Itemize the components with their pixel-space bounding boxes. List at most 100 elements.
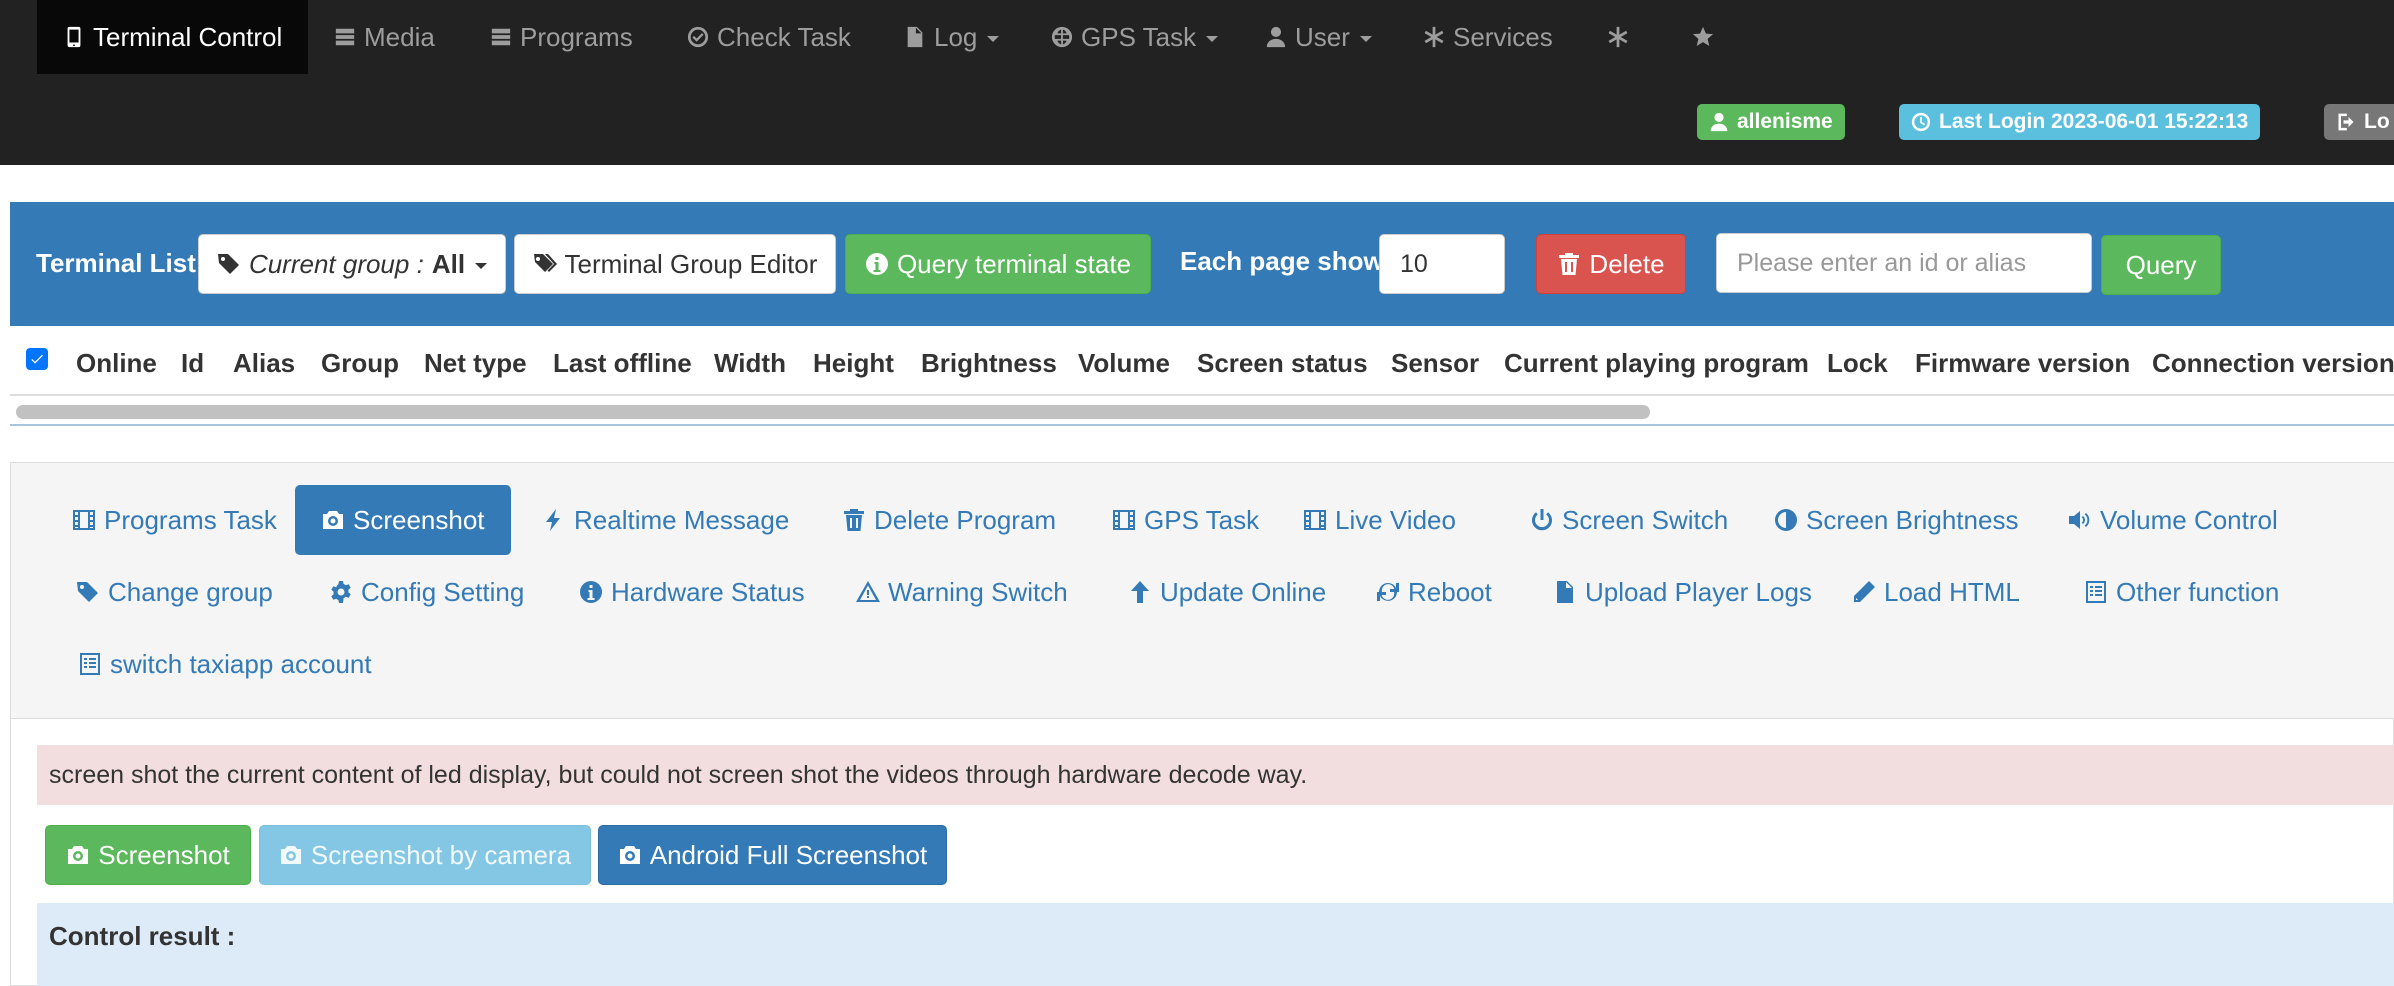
- warning-icon: [856, 581, 880, 602]
- check-icon: [31, 354, 43, 364]
- tab-volume-control[interactable]: Volume Control: [2042, 485, 2304, 555]
- android-full-screenshot-button[interactable]: Android Full Screenshot: [598, 825, 947, 885]
- mobile-icon: [67, 26, 81, 48]
- group-editor-label: Terminal Group Editor: [564, 248, 818, 279]
- tab-live-video[interactable]: Live Video: [1277, 485, 1482, 555]
- camera-icon: [323, 511, 343, 529]
- tab-label: Other function: [2116, 576, 2280, 607]
- tab-label: Delete Program: [874, 504, 1057, 535]
- info-icon: [865, 253, 888, 275]
- film-icon: [1113, 510, 1135, 530]
- nav-check-task[interactable]: Check Task: [687, 0, 851, 74]
- nav-services[interactable]: Services: [1423, 0, 1553, 74]
- nav-gps-task[interactable]: GPS Task: [1051, 0, 1219, 74]
- select-all-checkbox[interactable]: [26, 348, 48, 370]
- nav-favorites[interactable]: [1692, 0, 1714, 74]
- action-panel: Programs Task Screenshot Realtime Messag…: [10, 462, 2394, 986]
- tab-label: Config Setting: [361, 576, 525, 607]
- delete-button[interactable]: Delete: [1536, 234, 1686, 294]
- tab-upload-player-logs[interactable]: Upload Player Logs: [1527, 557, 1838, 627]
- column-id[interactable]: Id: [181, 348, 204, 379]
- tab-gps-task[interactable]: GPS Task: [1086, 485, 1285, 555]
- tab-label: Change group: [108, 576, 273, 607]
- table-scrollbar-thumb[interactable]: [16, 405, 1650, 419]
- screenshot-button[interactable]: Screenshot: [45, 825, 251, 885]
- tag-icon: [77, 582, 98, 602]
- user-icon: [1266, 26, 1286, 48]
- nav-label: User: [1295, 21, 1350, 52]
- tab-config-setting[interactable]: Config Setting: [303, 557, 550, 627]
- column-online[interactable]: Online: [76, 348, 157, 379]
- table-scrollbar[interactable]: [10, 400, 2394, 426]
- tab-label: Screenshot: [353, 504, 485, 535]
- username-badge[interactable]: allenisme: [1697, 104, 1845, 140]
- tab-switch-taxiapp-account[interactable]: switch taxiapp account: [52, 629, 398, 699]
- column-firmware-version[interactable]: Firmware version: [1915, 348, 2130, 379]
- tab-label: Load HTML: [1884, 576, 2020, 607]
- column-net-type[interactable]: Net type: [424, 348, 527, 379]
- query-terminal-state-button[interactable]: Query terminal state: [845, 234, 1151, 294]
- column-volume[interactable]: Volume: [1078, 348, 1170, 379]
- tab-other-function[interactable]: Other function: [2058, 557, 2305, 627]
- tab-hardware-status[interactable]: Hardware Status: [553, 557, 831, 627]
- terminal-group-editor-button[interactable]: Terminal Group Editor: [514, 234, 836, 294]
- nav-extra-1[interactable]: [1607, 0, 1629, 74]
- group-value: All: [431, 248, 466, 279]
- tab-warning-switch[interactable]: Warning Switch: [830, 557, 1094, 627]
- column-brightness[interactable]: Brightness: [921, 348, 1057, 379]
- tab-label: Screen Brightness: [1806, 504, 2019, 535]
- column-group[interactable]: Group: [321, 348, 399, 379]
- delete-label: Delete: [1589, 248, 1665, 279]
- tab-update-online[interactable]: Update Online: [1102, 557, 1352, 627]
- column-width[interactable]: Width: [714, 348, 786, 379]
- tab-reboot[interactable]: Reboot: [1350, 557, 1518, 627]
- film-icon: [1304, 510, 1326, 530]
- column-screen-status[interactable]: Screen status: [1197, 348, 1368, 379]
- nav-media[interactable]: Media: [334, 0, 435, 74]
- tab-programs-task[interactable]: Programs Task: [46, 485, 303, 555]
- column-height[interactable]: Height: [813, 348, 894, 379]
- tab-label: Volume Control: [2100, 504, 2278, 535]
- username-text: allenisme: [1737, 110, 1833, 133]
- tab-label: switch taxiapp account: [110, 648, 372, 679]
- nav-terminal-control[interactable]: Terminal Control: [37, 0, 309, 74]
- list-icon: [491, 28, 511, 46]
- tab-delete-program[interactable]: Delete Program: [816, 485, 1082, 555]
- tags-icon: [533, 254, 557, 272]
- tab-label: Live Video: [1335, 504, 1456, 535]
- last-login-badge: Last Login 2023-06-01 15:22:13: [1899, 104, 2261, 140]
- trash-icon: [844, 509, 864, 531]
- nav-programs[interactable]: Programs: [490, 0, 633, 74]
- tab-label: Reboot: [1408, 576, 1492, 607]
- top-navbar: Terminal Control Media Programs Check Ta…: [0, 0, 2394, 165]
- query-button[interactable]: Query: [2101, 235, 2221, 295]
- column-current-playing-program[interactable]: Current playing program: [1504, 348, 1809, 379]
- nav-log[interactable]: Log: [904, 0, 1000, 74]
- adjust-icon: [1775, 509, 1797, 531]
- tab-load-html[interactable]: Load HTML: [1826, 557, 2046, 627]
- asterisk-icon: [1424, 26, 1444, 48]
- tab-screen-switch[interactable]: Screen Switch: [1504, 485, 1754, 555]
- trash-icon: [1559, 253, 1580, 275]
- column-lock[interactable]: Lock: [1827, 348, 1888, 379]
- page-size-input[interactable]: 10: [1379, 234, 1505, 294]
- tab-label: Update Online: [1160, 576, 1327, 607]
- power-icon: [1532, 509, 1552, 531]
- column-last-offline[interactable]: Last offline: [553, 348, 692, 379]
- tab-change-group[interactable]: Change group: [50, 557, 299, 627]
- column-connection-version[interactable]: Connection version: [2152, 348, 2394, 379]
- chevron-down-icon: [475, 263, 488, 269]
- group-dropdown[interactable]: Current group : All: [198, 234, 506, 294]
- tab-screenshot[interactable]: Screenshot: [295, 485, 511, 555]
- column-alias[interactable]: Alias: [233, 348, 295, 379]
- screenshot-by-camera-button[interactable]: Screenshot by camera: [259, 825, 591, 885]
- terminal-list-title: Terminal List: [36, 248, 196, 278]
- tab-screen-brightness[interactable]: Screen Brightness: [1748, 485, 2044, 555]
- tab-realtime-message[interactable]: Realtime Message: [516, 485, 815, 555]
- globe-icon: [1051, 26, 1073, 48]
- column-sensor[interactable]: Sensor: [1391, 348, 1479, 379]
- list-icon: [335, 28, 355, 46]
- search-input[interactable]: Please enter an id or alias: [1716, 233, 2092, 293]
- logout-button[interactable]: Lo: [2324, 104, 2394, 140]
- nav-user[interactable]: User: [1265, 0, 1372, 74]
